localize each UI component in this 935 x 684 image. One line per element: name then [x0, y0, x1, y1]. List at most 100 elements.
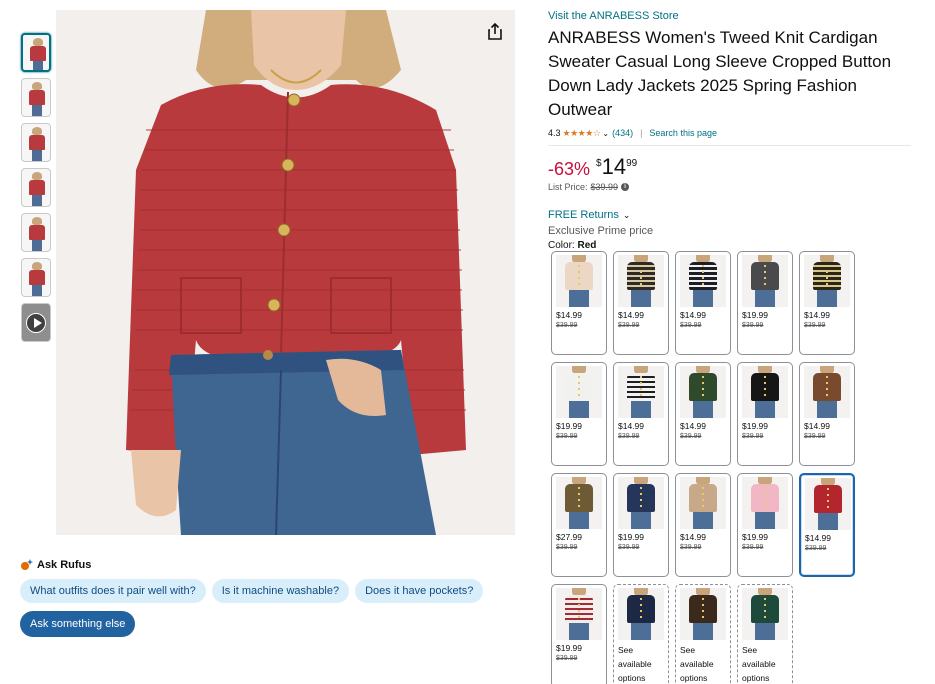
color-swatch[interactable]: $14.99 $39.99: [675, 362, 731, 466]
rufus-header: Ask Rufus: [20, 558, 500, 571]
product-title: ANRABESS Women's Tweed Knit Cardigan Swe…: [548, 28, 892, 119]
swatch-price: $14.99: [680, 310, 706, 320]
chevron-down-icon[interactable]: ⌄: [602, 129, 609, 138]
swatch-list-price: $39.99: [556, 544, 578, 551]
rufus-chip-outfits[interactable]: What outfits does it pair well with?: [20, 579, 206, 603]
main-product-image[interactable]: [56, 10, 515, 535]
color-swatch[interactable]: $27.99 $39.99: [551, 473, 607, 577]
swatch-price: $14.99: [618, 421, 644, 431]
swatch-list-price: $39.99: [742, 433, 764, 440]
rufus-suggestions: What outfits does it pair well with? Is …: [20, 579, 500, 603]
image-thumbnail[interactable]: [21, 168, 51, 207]
color-swatch[interactable]: $19.99 $39.99: [551, 362, 607, 466]
swatch-list-price: $39.99: [742, 544, 764, 551]
color-swatch[interactable]: See available options: [675, 584, 731, 684]
swatch-price: $14.99: [804, 310, 830, 320]
share-icon[interactable]: [484, 21, 506, 43]
price-row: -63% $ 14 99: [548, 154, 911, 180]
color-swatch[interactable]: $14.99 $39.99: [613, 251, 669, 355]
swatch-image: [680, 255, 726, 307]
star-rating-icon[interactable]: ★★★★☆: [563, 128, 601, 139]
color-swatch[interactable]: $19.99 $39.99: [737, 362, 793, 466]
swatch-price: $19.99: [556, 643, 582, 653]
color-swatch[interactable]: $19.99 $39.99: [737, 473, 793, 577]
swatch-list-price: $39.99: [556, 433, 578, 440]
image-thumbnail[interactable]: [21, 258, 51, 297]
swatch-image: [556, 255, 602, 307]
swatch-list-price: $39.99: [618, 322, 640, 329]
swatch-list-price: $39.99: [680, 544, 702, 551]
review-count-link[interactable]: (434): [612, 128, 633, 138]
swatch-list-price: $39.99: [742, 322, 764, 329]
swatch-price: $14.99: [804, 421, 830, 431]
color-swatch[interactable]: See available options: [613, 584, 669, 684]
color-swatch[interactable]: $14.99 $39.99: [799, 473, 855, 577]
ask-something-else-button[interactable]: Ask something else: [20, 611, 136, 637]
swatch-image: [680, 588, 726, 640]
list-price-value: $39.99: [590, 182, 619, 192]
swatch-list-price: $39.99: [680, 322, 702, 329]
image-thumbnail[interactable]: [21, 123, 51, 162]
color-swatch[interactable]: See available options: [737, 584, 793, 684]
separator: |: [640, 128, 643, 138]
play-icon: [26, 313, 46, 333]
swatch-image: [618, 255, 664, 307]
swatch-image: [556, 588, 602, 640]
color-swatch[interactable]: $14.99 $39.99: [799, 362, 855, 466]
price-whole: 14: [601, 154, 627, 179]
color-swatch[interactable]: $14.99 $39.99: [675, 251, 731, 355]
chevron-down-icon: ⌄: [622, 209, 631, 220]
image-thumbnail[interactable]: [21, 78, 51, 117]
see-options-text: See available options: [742, 645, 776, 683]
see-options-text: See available options: [618, 645, 652, 683]
swatch-price: $19.99: [742, 310, 768, 320]
search-page-link[interactable]: Search this page: [649, 128, 717, 138]
divider: [548, 145, 911, 146]
list-price-label: List Price:: [548, 182, 588, 192]
color-swatch[interactable]: $14.99 $39.99: [799, 251, 855, 355]
color-swatch[interactable]: $19.99 $39.99: [737, 251, 793, 355]
swatch-price: $14.99: [618, 310, 644, 320]
price-fraction: 99: [626, 158, 638, 169]
image-thumbnail[interactable]: [21, 213, 51, 252]
see-options-text: See available options: [680, 645, 714, 683]
store-link[interactable]: Visit the ANRABESS Store: [548, 10, 911, 22]
image-thumbnail[interactable]: [21, 33, 51, 72]
swatch-image: [680, 366, 726, 418]
swatch-list-price: $39.99: [556, 655, 578, 662]
swatch-list-price: $39.99: [804, 322, 826, 329]
swatch-price: $19.99: [556, 421, 582, 431]
color-label-text: Color:: [548, 240, 575, 251]
swatch-price: $19.99: [742, 532, 768, 542]
swatch-list-price: $39.99: [556, 322, 578, 329]
swatch-image: [805, 478, 851, 530]
color-swatch[interactable]: $14.99 $39.99: [551, 251, 607, 355]
rufus-title: Ask Rufus: [37, 558, 92, 571]
rufus-chip-pockets[interactable]: Does it have pockets?: [355, 579, 484, 603]
free-returns-link[interactable]: FREE Returns ⌄: [548, 209, 911, 221]
product-page: Ask Rufus What outfits does it pair well…: [0, 0, 935, 684]
swatch-image: [742, 366, 788, 418]
video-thumbnail[interactable]: [21, 303, 51, 342]
swatch-price: $14.99: [680, 421, 706, 431]
info-icon[interactable]: i: [621, 183, 630, 191]
swatch-price: $27.99: [556, 532, 582, 542]
swatch-price: $19.99: [618, 532, 644, 542]
rating-value: 4.3: [548, 128, 561, 138]
swatch-price: $14.99: [680, 532, 706, 542]
color-swatch[interactable]: $19.99 $39.99: [613, 473, 669, 577]
color-swatch[interactable]: $19.99 $39.99: [551, 584, 607, 684]
swatch-image: [742, 477, 788, 529]
swatch-image: [618, 366, 664, 418]
color-swatch[interactable]: $14.99 $39.99: [613, 362, 669, 466]
list-price: List Price: $39.99 i: [548, 182, 911, 192]
rufus-chip-washable[interactable]: Is it machine washable?: [211, 579, 350, 603]
rating-row: 4.3 ★★★★☆ ⌄ (434) | Search this page: [548, 126, 911, 140]
swatch-list-price: $39.99: [618, 433, 640, 440]
swatch-image: [618, 588, 664, 640]
color-swatch[interactable]: $14.99 $39.99: [675, 473, 731, 577]
swatch-image: [804, 255, 850, 307]
swatch-image: [556, 366, 602, 418]
prime-price-text: Exclusive Prime price: [548, 225, 654, 237]
swatch-price: $14.99: [556, 310, 582, 320]
